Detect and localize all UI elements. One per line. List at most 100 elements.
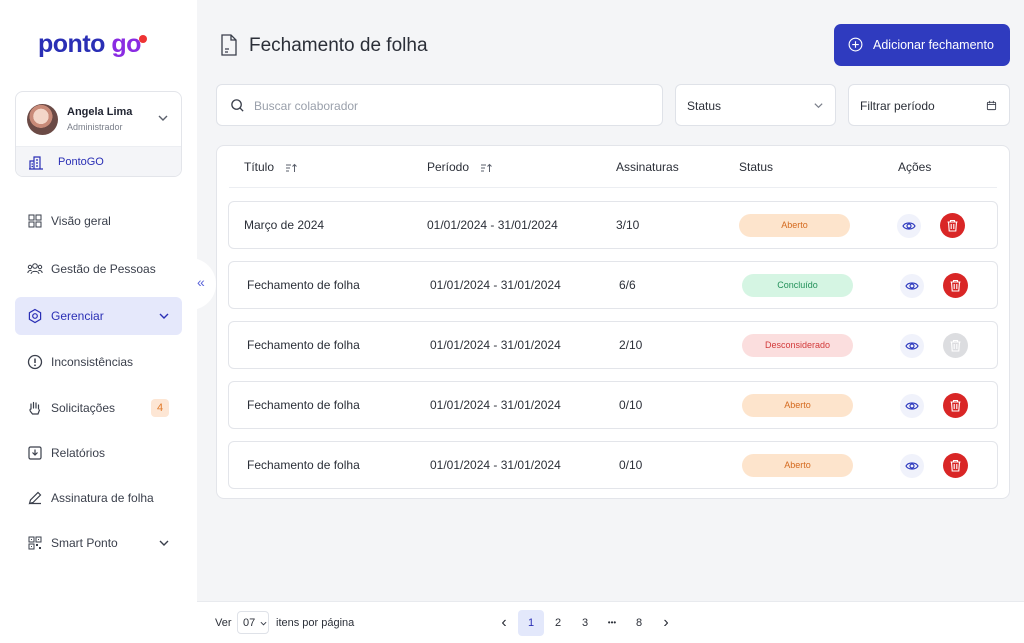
table-row[interactable]: Fechamento de folha 01/01/2024 - 31/01/2… [228,441,998,489]
next-page-button[interactable]: › [653,610,679,636]
table-row[interactable]: Fechamento de folha 01/01/2024 - 31/01/2… [228,381,998,429]
page-button-2[interactable]: 2 [545,610,571,636]
sidebar-item-inconsistencias[interactable]: Inconsistências [15,343,182,381]
building-icon [29,156,43,170]
page-title: Fechamento de folha [249,35,428,56]
row-period: 01/01/2024 - 31/01/2024 [430,458,561,472]
avatar [27,104,58,135]
row-period: 01/01/2024 - 31/01/2024 [430,278,561,292]
chevron-down-icon [158,115,168,121]
column-header-signatures: Assinaturas [616,160,679,174]
pen-icon [28,491,42,505]
row-title: Fechamento de folha [247,458,360,472]
brand-logo[interactable]: ponto go [38,30,149,59]
prev-page-button[interactable]: ‹ [491,610,517,636]
collapse-sidebar-button[interactable]: « [188,258,216,310]
user-switcher[interactable]: Angela Lima Administrador [16,92,181,146]
search-box [216,84,663,126]
row-period: 01/01/2024 - 31/01/2024 [430,338,561,352]
delete-button[interactable] [943,453,968,478]
sidebar-item-label: Smart Ponto [51,536,118,550]
delete-button[interactable] [943,393,968,418]
chevron-down-icon [260,621,267,626]
closings-table: Título Período Assinaturas Status Ações … [216,145,1010,499]
per-page-suffix: itens por página [276,617,355,629]
delete-button[interactable] [940,213,965,238]
row-title: Fechamento de folha [247,398,360,412]
sidebar-item-label: Solicitações [51,401,116,415]
sidebar-item-relatorios[interactable]: Relatórios [15,434,182,472]
row-signatures: 6/6 [619,278,636,292]
trash-icon [950,399,961,412]
column-header-label: Período [427,160,470,174]
row-signatures: 3/10 [616,218,640,232]
view-button[interactable] [900,274,924,298]
header-divider [229,187,997,188]
add-closing-button[interactable]: Adicionar fechamento [834,24,1010,66]
row-signatures: 0/10 [619,458,643,472]
row-title: Março de 2024 [244,218,325,232]
user-name: Angela Lima [67,106,133,118]
status-filter-select[interactable]: Status [675,84,836,126]
status-filter-label: Status [687,99,722,113]
page-ellipsis: ••• [607,618,617,627]
search-input[interactable] [254,96,649,116]
add-closing-label: Adicionar fechamento [873,38,994,52]
sidebar-item-label: Gestão de Pessoas [51,262,156,276]
brand-name-part2: go [111,30,141,58]
eye-icon [905,282,919,290]
company-name: PontoGO [58,156,104,168]
page-button-1[interactable]: 1 [518,610,544,636]
trash-icon [950,279,961,292]
sort-icon [481,163,493,172]
status-badge: Aberto [739,214,850,237]
brand-dot [138,35,147,43]
column-header-actions: Ações [898,160,932,174]
status-badge: Concluído [742,274,853,297]
company-selector[interactable]: PontoGO [16,146,181,176]
sidebar-item-gestao-pessoas[interactable]: Gestão de Pessoas [15,250,182,288]
row-title: Fechamento de folha [247,338,360,352]
status-badge: Aberto [742,454,853,477]
trash-icon [950,459,961,472]
delete-button-disabled [943,333,968,358]
trash-icon [950,339,961,352]
table-row[interactable]: Fechamento de folha 01/01/2024 - 31/01/2… [228,261,998,309]
trash-icon [947,219,958,232]
column-header-label: Título [244,160,275,174]
table-row[interactable]: Março de 2024 01/01/2024 - 31/01/2024 3/… [228,201,998,249]
sidebar-item-gerenciar[interactable]: Gerenciar [15,297,182,335]
column-header-title[interactable]: Título [244,160,298,174]
sidebar-item-solicitacoes[interactable]: Solicitações 4 [15,389,182,427]
hand-icon [29,401,41,415]
row-title: Fechamento de folha [247,278,360,292]
pagination-bar: Ver 07 itens por página ‹ 1 2 3 ••• 8 › [197,601,1024,643]
eye-icon [905,342,919,350]
chevron-down-icon [159,540,169,546]
sidebar-item-visao-geral[interactable]: Visão geral [15,202,182,240]
sidebar-item-smart-ponto[interactable]: Smart Ponto [15,524,182,562]
sidebar-item-label: Relatórios [51,446,106,460]
column-header-period[interactable]: Período [427,160,493,174]
page-button-3[interactable]: 3 [572,610,598,636]
document-icon [221,34,237,56]
qr-icon [28,536,42,550]
sidebar-item-assinatura[interactable]: Assinatura de folha [15,479,182,517]
view-button[interactable] [900,394,924,418]
status-badge: Aberto [742,394,853,417]
period-filter[interactable]: Filtrar período [848,84,1010,126]
user-role: Administrador [67,122,123,132]
user-card: Angela Lima Administrador PontoGO [15,91,182,177]
view-button[interactable] [900,334,924,358]
delete-button[interactable] [943,273,968,298]
chevron-down-icon [814,103,823,109]
people-icon [27,263,43,275]
search-icon [231,99,244,112]
page-button-8[interactable]: 8 [626,610,652,636]
table-row[interactable]: Fechamento de folha 01/01/2024 - 31/01/2… [228,321,998,369]
per-page-select[interactable]: 07 [237,611,269,634]
view-button[interactable] [900,454,924,478]
brand-name-part1: ponto [38,30,112,58]
view-button[interactable] [897,214,921,238]
gear-icon [28,308,42,324]
